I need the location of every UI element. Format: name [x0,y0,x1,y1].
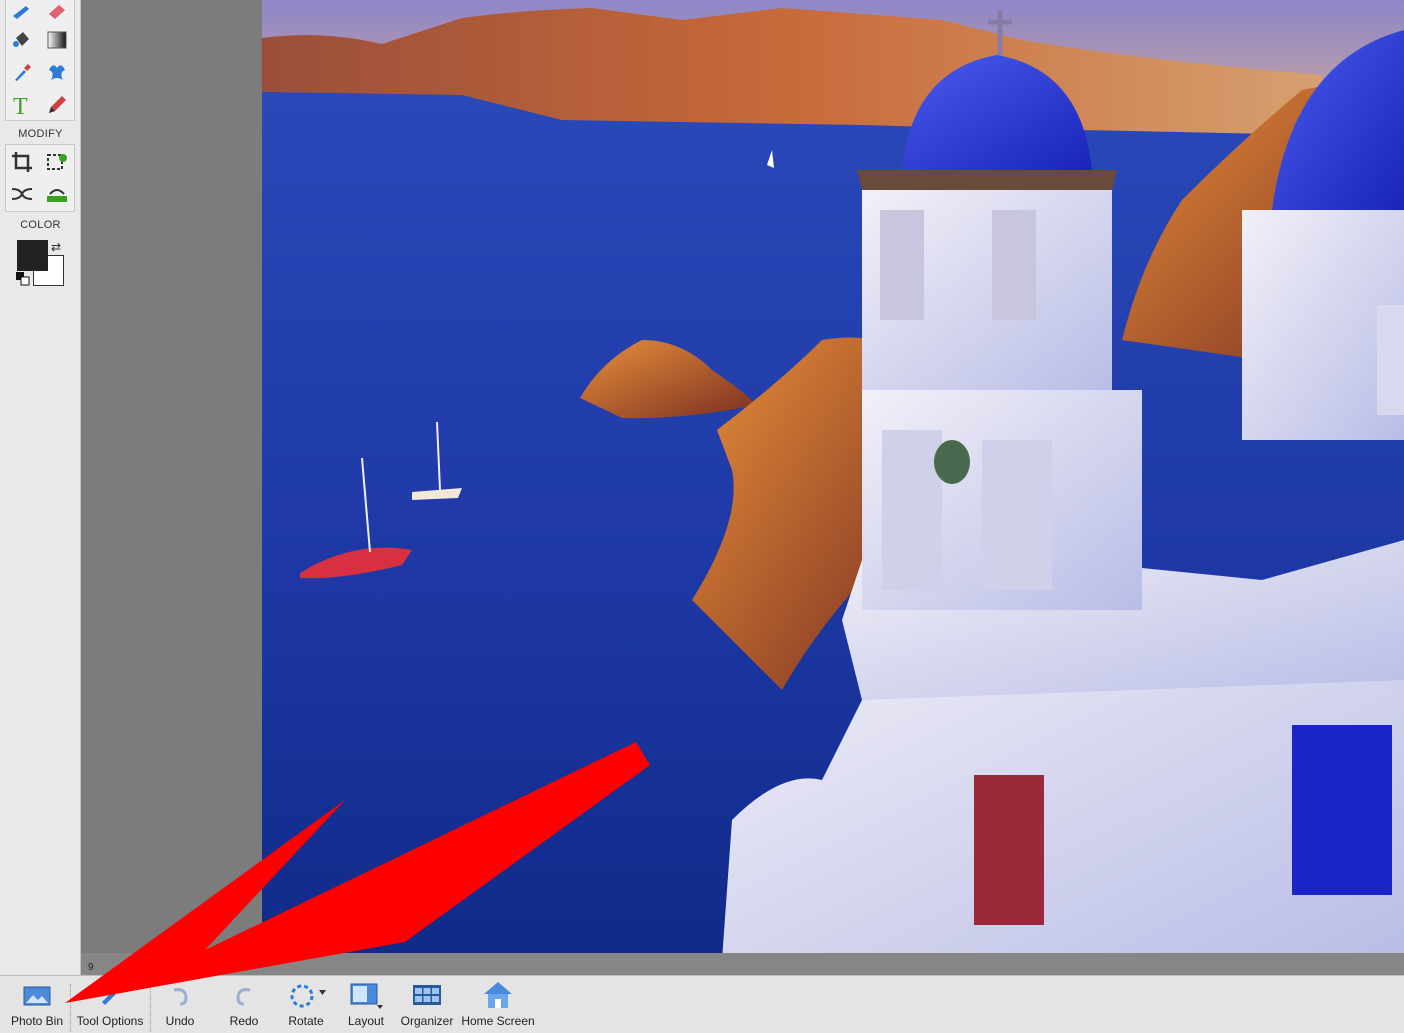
default-colors-icon[interactable] [16,272,30,286]
brush-tool[interactable] [7,0,37,27]
eyedropper-icon [15,64,31,81]
swap-colors-icon[interactable]: ⇄ [51,240,61,254]
photo-bin-icon [23,986,51,1006]
home-screen-button[interactable]: Home Screen [458,976,538,1033]
zoom-readout: 9 [88,962,94,973]
layout-icon [350,983,383,1009]
tool-options-label: Tool Options [76,1014,144,1028]
paint-bucket-tool[interactable] [7,25,37,55]
rotate-button[interactable]: Rotate [282,976,330,1033]
puzzle-shape-icon [49,65,65,80]
recompose-tool[interactable] [42,147,72,177]
type-tool[interactable]: T [7,90,37,120]
organizer-label: Organizer [400,1014,454,1028]
type-icon: T [13,94,28,117]
eraser-tool[interactable] [42,0,72,27]
recompose-icon [47,154,67,170]
toolbar-separator [150,984,151,1032]
toolbox-panel: T MODIFY COLOR ⇄ [0,0,81,975]
rotate-icon [290,984,326,1008]
layout-button[interactable]: Layout [342,976,390,1033]
crop-icon [12,152,32,172]
home-screen-label: Home Screen [461,1014,535,1028]
modify-section-label: MODIFY [18,128,63,140]
color-section-label: COLOR [20,219,61,231]
redo-button[interactable]: Redo [222,976,266,1033]
foreground-color-swatch[interactable] [17,240,48,271]
custom-shape-tool[interactable] [42,57,72,87]
bottom-taskbar: Photo Bin Tool Options Undo Redo Rotate … [0,975,1404,1033]
santorini-photo [262,0,1404,953]
brush-icon [13,6,29,19]
home-icon [484,982,512,1008]
redo-icon [236,988,251,1006]
layout-label: Layout [347,1014,385,1028]
gradient-icon [47,31,67,49]
modify-tool-group [5,144,75,212]
undo-button[interactable]: Undo [158,976,202,1033]
svg-text:T: T [13,94,28,117]
redo-label: Redo [229,1014,259,1028]
undo-label: Undo [165,1014,195,1028]
paint-bucket-icon [13,32,29,47]
tool-options-button[interactable]: Tool Options [72,976,148,1033]
undo-icon [173,988,188,1006]
draw-tool-group: T [5,0,75,121]
pencil-icon [49,96,66,113]
crop-tool[interactable] [7,147,37,177]
toolbar-separator [70,984,71,1032]
shuffle-icon [11,188,33,200]
photo-canvas[interactable] [262,0,1404,953]
photo-bin-label: Photo Bin [10,1014,64,1028]
content-aware-move-tool[interactable] [7,179,37,209]
pencil-tool[interactable] [42,90,72,120]
photo-bin-button[interactable]: Photo Bin [6,976,68,1033]
rotate-label: Rotate [288,1014,324,1028]
straighten-tool[interactable] [42,179,72,209]
straighten-icon [47,189,67,202]
eraser-icon [49,5,65,19]
status-bar [81,953,1404,975]
organizer-button[interactable]: Organizer [398,976,456,1033]
gradient-tool[interactable] [42,25,72,55]
eyedropper-tool[interactable] [7,57,37,87]
tool-options-icon [102,990,117,1005]
organizer-icon [413,985,441,1005]
